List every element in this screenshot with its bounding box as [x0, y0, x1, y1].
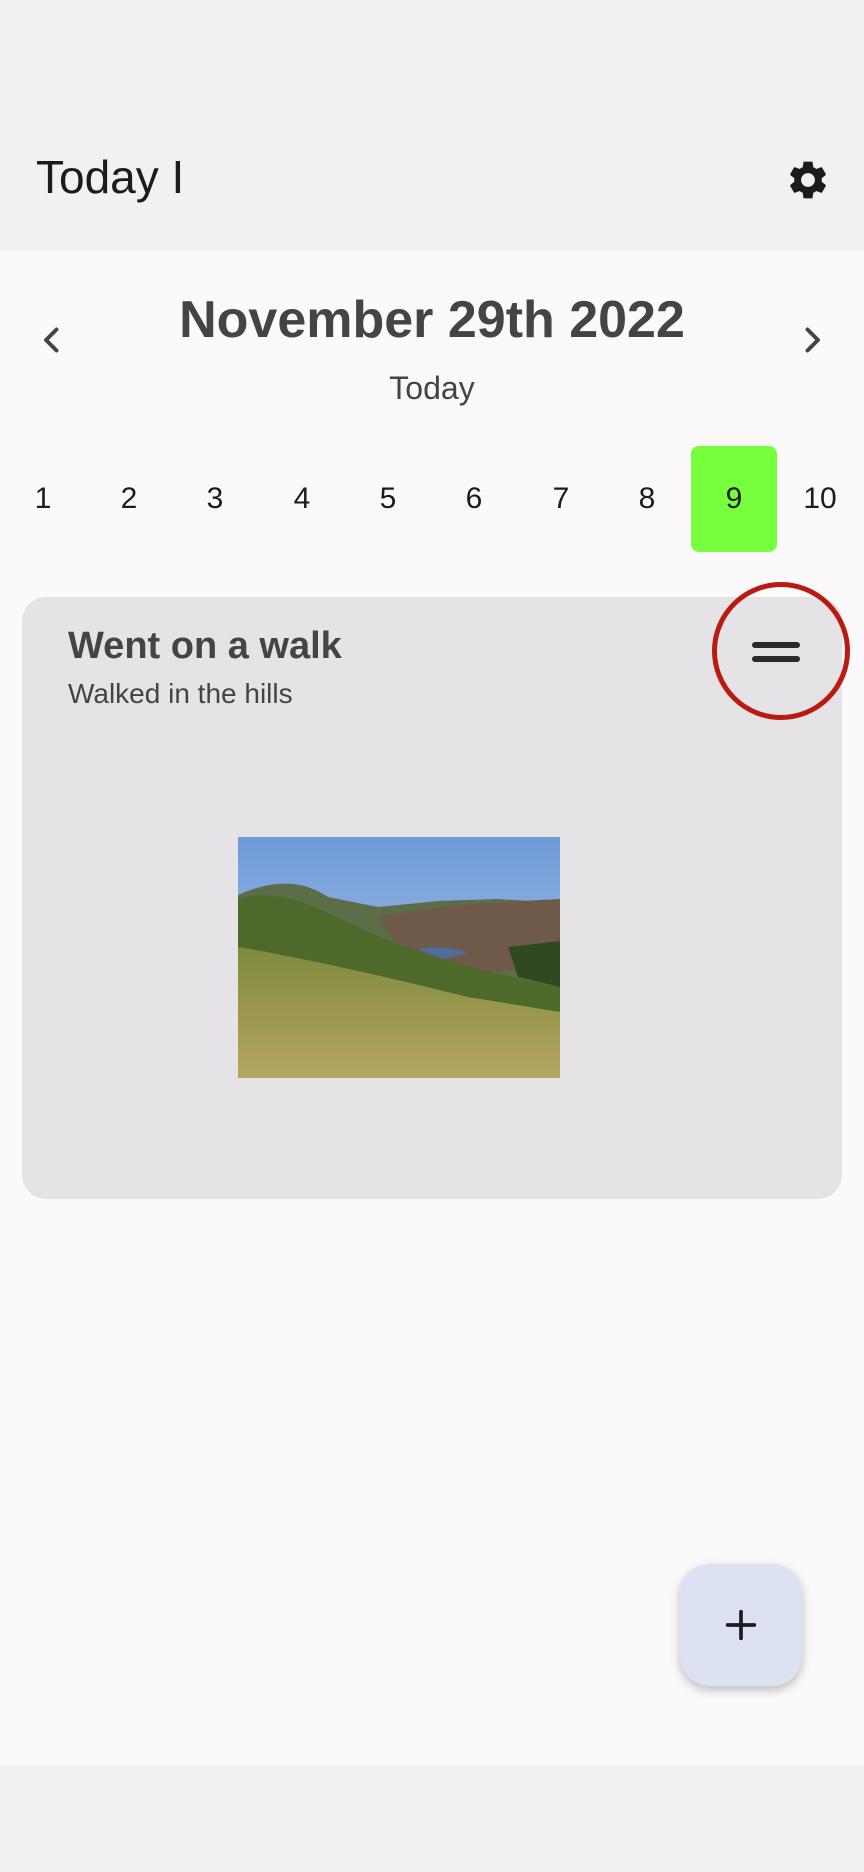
date-navigator: November 29th 2022 Today — [0, 250, 864, 430]
date-relative-label: Today — [389, 370, 475, 406]
settings-button[interactable] — [780, 152, 836, 208]
drag-handle-icon[interactable] — [746, 637, 806, 667]
day-item[interactable]: 10 — [777, 446, 863, 552]
entry-photo — [238, 837, 560, 1078]
system-nav-bar — [0, 1765, 864, 1872]
plus-icon — [725, 1609, 757, 1641]
day-item[interactable]: 3 — [172, 446, 258, 552]
day-item[interactable]: 5 — [345, 446, 431, 552]
chevron-right-icon — [805, 327, 820, 353]
day-item[interactable]: 7 — [518, 446, 604, 552]
status-bar — [0, 0, 864, 110]
day-item-selected[interactable]: 9 — [691, 446, 777, 552]
day-item[interactable]: 4 — [259, 446, 345, 552]
day-item[interactable]: 2 — [86, 446, 172, 552]
app-bar: Today I — [0, 110, 864, 250]
next-day-button[interactable] — [782, 310, 842, 370]
entry-card[interactable]: Went on a walk Walked in the hills — [22, 597, 842, 1199]
day-item[interactable]: 6 — [431, 446, 517, 552]
date-title: November 29th 2022 — [179, 291, 685, 349]
gear-icon — [790, 161, 826, 199]
day-item[interactable]: 1 — [0, 446, 86, 552]
day-item[interactable]: 8 — [604, 446, 690, 552]
add-entry-button[interactable] — [680, 1564, 802, 1686]
app-title: Today I — [36, 151, 185, 203]
day-strip: 1 2 3 4 5 6 7 8 9 10 — [0, 446, 864, 552]
entry-description: Walked in the hills — [68, 678, 293, 709]
entry-title: Went on a walk — [68, 625, 342, 667]
